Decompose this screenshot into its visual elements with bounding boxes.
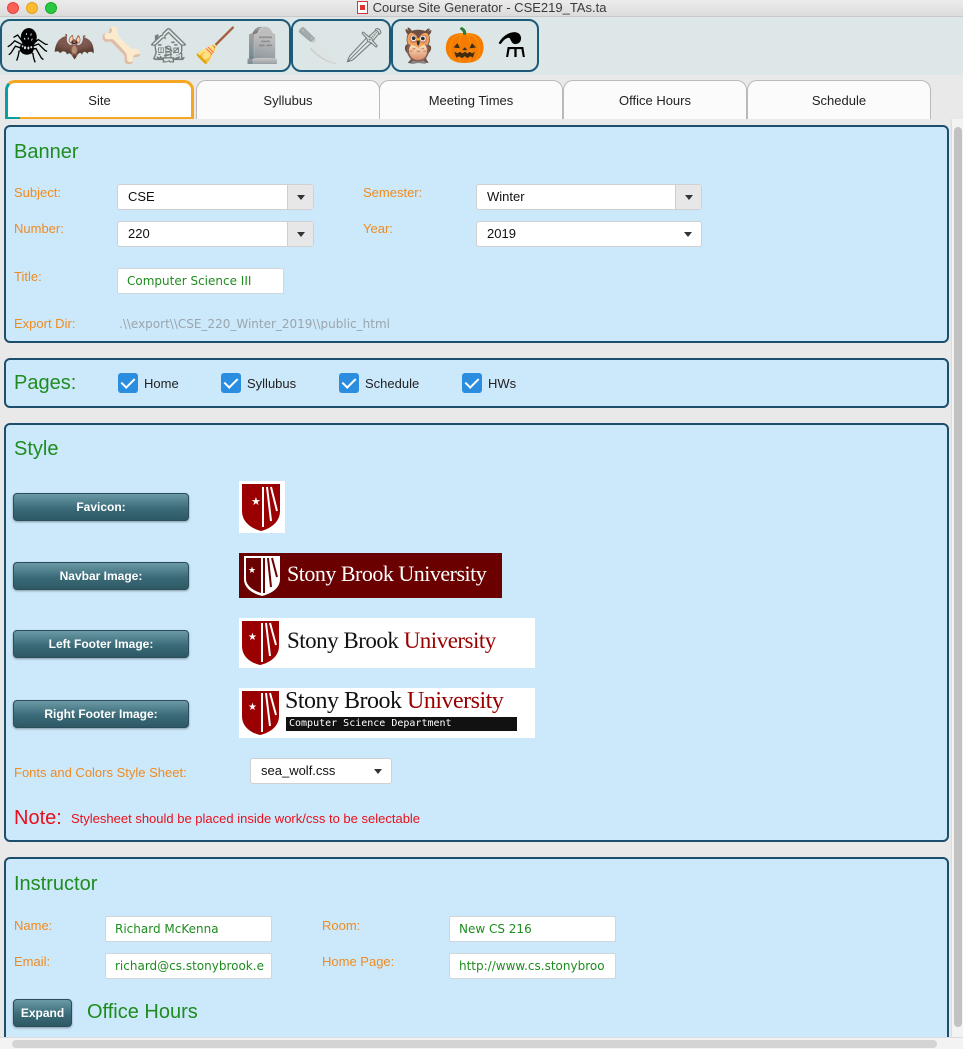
bones-icon[interactable]: 🦴	[98, 22, 145, 69]
tab-meeting-times[interactable]: Meeting Times	[379, 80, 563, 120]
hws-checkbox[interactable]	[462, 373, 482, 393]
toolbar: 🕷 🦇 🦴 🏚 🧹 🪦 🔪 🗡 🦉 🎃 ⚗	[0, 17, 963, 75]
name-label: Name:	[14, 918, 53, 933]
toolbar-group-file: 🕷 🦇 🦴 🏚 🧹 🪦	[0, 19, 291, 72]
tab-syllabus[interactable]: Syllubus	[196, 80, 380, 120]
pages-panel: Pages: Home Syllubus Schedule HWs	[4, 358, 949, 408]
bloody-knife-icon[interactable]: 🗡	[341, 22, 387, 69]
year-label: Year:	[363, 221, 393, 236]
home-checkbox-label: Home	[144, 376, 179, 391]
tab-office-hours[interactable]: Office Hours	[563, 80, 747, 120]
spider-icon[interactable]: 🕷	[4, 22, 51, 69]
expand-office-hours-button[interactable]: Expand	[13, 999, 72, 1027]
site-content: Banner Subject: CSE Semester: Winter Num…	[0, 119, 951, 1037]
home-checkbox[interactable]	[118, 373, 138, 393]
export-dir-value: .\\export\\CSE_220_Winter_2019\\public_h…	[119, 317, 390, 331]
subject-combo[interactable]: CSE	[117, 184, 314, 210]
tab-site[interactable]: Site	[5, 80, 194, 120]
title-label: Title:	[14, 269, 42, 284]
semester-label: Semester:	[363, 185, 423, 200]
banner-title: Banner	[14, 141, 79, 163]
home-page-label: Home Page:	[322, 954, 395, 969]
horizontal-scrollbar[interactable]	[0, 1037, 963, 1049]
right-footer-image[interactable]: ★ Stony Brook University Computer Scienc…	[239, 688, 535, 738]
year-combo[interactable]: 2019	[476, 221, 702, 247]
cleaver-icon[interactable]: 🔪	[295, 22, 341, 69]
style-title: Style	[14, 438, 59, 460]
tab-schedule[interactable]: Schedule	[747, 80, 931, 120]
chevron-down-icon[interactable]	[287, 185, 313, 209]
subject-label: Subject:	[14, 185, 61, 200]
chevron-down-icon[interactable]	[675, 185, 701, 209]
banner-panel: Banner Subject: CSE Semester: Winter Num…	[4, 125, 949, 343]
window-title: Course Site Generator - CSE219_TAs.ta	[0, 0, 963, 17]
stylesheet-combo[interactable]: sea_wolf.css	[250, 758, 392, 784]
left-footer-image[interactable]: ★ Stony Brook University	[239, 618, 535, 668]
schedule-checkbox-label: Schedule	[365, 376, 420, 391]
navbar-logo-text: Stony Brook University	[287, 561, 487, 586]
svg-text:★: ★	[248, 702, 257, 713]
navbar-image[interactable]: ★ Stony Brook University	[239, 553, 502, 598]
chevron-down-icon[interactable]	[287, 222, 313, 246]
owl-icon[interactable]: 🦉	[395, 22, 442, 69]
favicon-image[interactable]: ★	[239, 481, 285, 533]
bat-icon[interactable]: 🦇	[51, 22, 98, 69]
toolbar-group-edit: 🔪 🗡	[291, 19, 391, 72]
export-dir-label: Export Dir:	[14, 316, 76, 331]
instructor-title: Instructor	[14, 873, 98, 895]
right-footer-dept-text: Computer Science Department	[286, 717, 517, 731]
magic-broom-icon[interactable]: 🧹	[192, 22, 239, 69]
room-field[interactable]: New CS 216	[449, 916, 616, 942]
syllabus-checkbox[interactable]	[221, 373, 241, 393]
left-footer-image-button[interactable]: Left Footer Image:	[13, 630, 189, 658]
haunted-house-icon[interactable]: 🏚	[145, 22, 192, 69]
tab-bar: Site Syllubus Meeting Times Office Hours…	[0, 79, 963, 120]
office-hours-title: Office Hours	[87, 1001, 198, 1023]
horizontal-scroll-thumb[interactable]	[12, 1040, 937, 1048]
svg-text:★: ★	[248, 632, 257, 643]
svg-text:★: ★	[251, 495, 261, 508]
pumpkin-icon[interactable]: 🎃	[442, 22, 489, 69]
cauldron-icon[interactable]: ⚗	[488, 22, 535, 69]
app-icon	[356, 1, 368, 14]
email-label: Email:	[14, 954, 51, 969]
room-label: Room:	[322, 918, 361, 933]
home-page-field[interactable]: http://www.cs.stonybroo	[449, 953, 616, 979]
chevron-down-icon[interactable]	[365, 759, 391, 783]
note-label: Note:	[14, 807, 62, 829]
svg-text:★: ★	[248, 566, 256, 576]
title-bar: Course Site Generator - CSE219_TAs.ta	[0, 0, 963, 17]
note-text: Stylesheet should be placed inside work/…	[71, 811, 421, 826]
style-panel: Style Favicon: ★ Navbar Image: ★ Stony B…	[4, 423, 949, 842]
right-footer-image-button[interactable]: Right Footer Image:	[13, 700, 189, 728]
navbar-image-button[interactable]: Navbar Image:	[13, 562, 189, 590]
instructor-panel: Instructor Name: Richard McKenna Room: N…	[4, 857, 949, 1037]
stylesheet-label: Fonts and Colors Style Sheet:	[14, 765, 187, 780]
vertical-scroll-thumb[interactable]	[954, 127, 962, 1027]
tombstone-icon[interactable]: 🪦	[239, 22, 286, 69]
pages-title: Pages:	[14, 372, 77, 394]
left-footer-logo-text: Stony Brook University	[287, 628, 496, 653]
number-label: Number:	[14, 221, 64, 236]
hws-checkbox-label: HWs	[488, 376, 517, 391]
name-field[interactable]: Richard McKenna	[105, 916, 272, 942]
email-field[interactable]: richard@cs.stonybrook.e	[105, 953, 272, 979]
right-footer-logo-text: Stony Brook University	[285, 688, 504, 714]
semester-combo[interactable]: Winter	[476, 184, 702, 210]
toolbar-group-app: 🦉 🎃 ⚗	[391, 19, 539, 72]
schedule-checkbox[interactable]	[339, 373, 359, 393]
chevron-down-icon[interactable]	[675, 222, 701, 246]
number-combo[interactable]: 220	[117, 221, 314, 247]
favicon-button[interactable]: Favicon:	[13, 493, 189, 521]
vertical-scrollbar[interactable]	[951, 119, 963, 1037]
syllabus-checkbox-label: Syllubus	[247, 376, 297, 391]
title-field[interactable]: Computer Science III	[117, 268, 284, 294]
